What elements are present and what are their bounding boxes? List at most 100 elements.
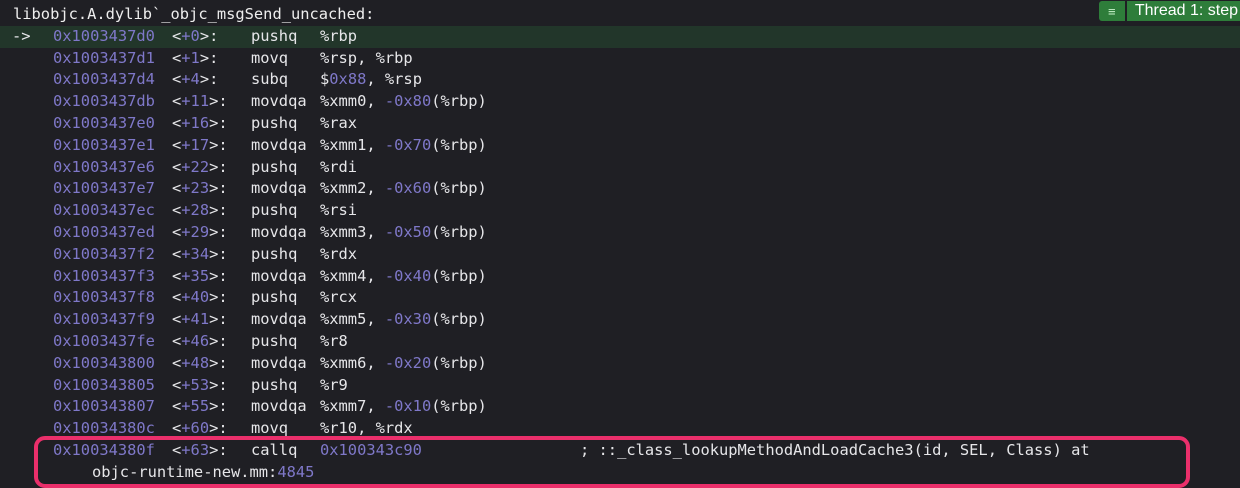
pc-arrow: -> xyxy=(12,26,31,45)
operand-number: -0x40 xyxy=(384,266,432,285)
instruction-operands: %xmm7, -0x10(%rbp) xyxy=(320,396,487,418)
offset-value: +28 xyxy=(181,201,210,220)
operand-number: 0x88 xyxy=(329,70,367,89)
offset-value: +41 xyxy=(181,310,210,329)
operand-text: %xmm6, xyxy=(320,353,385,372)
operand-number: -0x20 xyxy=(384,353,432,372)
instruction-address: 0x100343807 xyxy=(53,397,155,416)
instruction-address: 0x100343805 xyxy=(53,375,155,394)
instruction-address: 0x1003437f2 xyxy=(53,244,155,263)
instruction-address: 0x1003437f8 xyxy=(53,288,155,307)
offset-value: +22 xyxy=(181,157,210,176)
operand-text: $ xyxy=(320,70,330,89)
operand-text: %xmm7, xyxy=(320,397,385,416)
instruction-row[interactable]: 0x1003437d4 <+4>: subq $0x88, %rsp xyxy=(0,69,1240,91)
operand-text: %r9 xyxy=(320,375,348,394)
instruction-row[interactable]: 0x1003437e6 <+22>: pushq %rdi xyxy=(0,157,1240,179)
instruction-offset: <+23>: xyxy=(172,179,228,198)
thread-badge-label: Thread 1: step xyxy=(1126,1,1240,21)
offset-value: +0 xyxy=(181,26,200,45)
operand-text: %xmm2, xyxy=(320,179,385,198)
instruction-offset: <+34>: xyxy=(172,244,228,263)
operand-text: %r8 xyxy=(320,331,348,350)
instruction-operands: %xmm6, -0x20(%rbp) xyxy=(320,353,487,375)
operand-text: (%rbp) xyxy=(431,310,487,329)
list-icon: ≡ xyxy=(1098,1,1125,21)
offset-value: +34 xyxy=(181,244,210,263)
operand-text: %rbp xyxy=(320,26,358,45)
instruction-row[interactable]: 0x1003437f3 <+35>: movdqa %xmm4, -0x40(%rbp… xyxy=(0,266,1240,288)
instruction-mnemonic: movdqa xyxy=(251,179,307,198)
offset-value: +29 xyxy=(181,222,210,241)
offset-value: +40 xyxy=(181,288,210,307)
instruction-row[interactable]: 0x1003437f8 <+40>: pushq %rcx xyxy=(0,287,1240,309)
instruction-mnemonic: movq xyxy=(251,48,289,67)
instruction-address: 0x1003437d0 xyxy=(53,26,155,45)
instruction-mnemonic: pushq xyxy=(251,201,298,220)
instruction-mnemonic: pushq xyxy=(251,157,298,176)
instruction-row[interactable]: 0x100343805 <+53>: pushq %r9 xyxy=(0,375,1240,397)
instruction-mnemonic: movdqa xyxy=(251,310,307,329)
operand-text: %xmm1, xyxy=(320,135,385,154)
instruction-row[interactable]: 0x1003437e0 <+16>: pushq %rax xyxy=(0,113,1240,135)
operand-number: -0x10 xyxy=(384,397,432,416)
instruction-mnemonic: movdqa xyxy=(251,266,307,285)
operand-number: -0x60 xyxy=(384,179,432,198)
operand-text: %rsp, %rbp xyxy=(320,48,413,67)
instruction-mnemonic: movdqa xyxy=(251,222,307,241)
offset-value: +16 xyxy=(181,113,210,132)
instruction-row[interactable]: 0x1003437f2 <+34>: pushq %rdx xyxy=(0,244,1240,266)
instruction-row[interactable]: 0x1003437e1 <+17>: movdqa %xmm1, -0x70(%rbp… xyxy=(0,135,1240,157)
instruction-operands: %xmm0, -0x80(%rbp) xyxy=(320,91,487,113)
instruction-mnemonic: pushq xyxy=(251,288,298,307)
operand-number: -0x30 xyxy=(384,310,432,329)
instruction-row[interactable]: 0x1003437db <+11>: movdqa %xmm0, -0x80(%rbp… xyxy=(0,91,1240,113)
instruction-operands: %r8 xyxy=(320,331,348,353)
operand-text: %xmm3, xyxy=(320,222,385,241)
instruction-row[interactable]: 0x100343807 <+55>: movdqa %xmm7, -0x10(%rbp… xyxy=(0,396,1240,418)
instruction-mnemonic: pushq xyxy=(251,331,298,350)
instruction-row[interactable]: 0x1003437fe <+46>: pushq %r8 xyxy=(0,331,1240,353)
instruction-mnemonic: pushq xyxy=(251,113,298,132)
instruction-row[interactable]: 0x1003437d1 <+1>: movq %rsp, %rbp xyxy=(0,48,1240,70)
instruction-row[interactable]: 0x1003437e7 <+23>: movdqa %xmm2, -0x60(%rbp… xyxy=(0,178,1240,200)
instruction-row[interactable]: 0x1003437ec <+28>: pushq %rsi xyxy=(0,200,1240,222)
instruction-row[interactable]: 0x1003437f9 <+41>: movdqa %xmm5, -0x30(%rbp… xyxy=(0,309,1240,331)
instruction-address: 0x1003437e1 xyxy=(53,135,155,154)
instruction-offset: <+48>: xyxy=(172,353,228,372)
offset-value: +17 xyxy=(181,135,210,154)
instruction-row[interactable]: 0x100343800 <+48>: movdqa %xmm6, -0x20(%rbp… xyxy=(0,353,1240,375)
instruction-address: 0x1003437e7 xyxy=(53,179,155,198)
operand-text: %xmm0, xyxy=(320,92,385,111)
offset-value: +48 xyxy=(181,353,210,372)
operand-text: %rdi xyxy=(320,157,358,176)
instruction-operands: %rdi xyxy=(320,157,357,179)
instruction-row[interactable]: 0x1003437ed <+29>: movdqa %xmm3, -0x50(%rbp… xyxy=(0,222,1240,244)
instruction-offset: <+35>: xyxy=(172,266,228,285)
instruction-operands: %r9 xyxy=(320,375,348,397)
instruction-offset: <+55>: xyxy=(172,397,228,416)
offset-value: +1 xyxy=(181,48,200,67)
instruction-mnemonic: pushq xyxy=(251,375,298,394)
instruction-address: 0x100343800 xyxy=(53,353,155,372)
operand-text: %rcx xyxy=(320,288,358,307)
instruction-offset: <+4>: xyxy=(172,70,219,89)
instruction-operands: %rcx xyxy=(320,287,357,309)
offset-value: +23 xyxy=(181,179,210,198)
instruction-address: 0x1003437d4 xyxy=(53,70,155,89)
operand-text: (%rbp) xyxy=(431,266,487,285)
instruction-address: 0x1003437ec xyxy=(53,201,155,220)
instruction-offset: <+11>: xyxy=(172,92,228,111)
instruction-offset: <+1>: xyxy=(172,48,219,67)
offset-value: +11 xyxy=(181,92,210,111)
instruction-offset: <+40>: xyxy=(172,288,228,307)
instruction-address: 0x1003437fe xyxy=(53,331,155,350)
operand-number: -0x80 xyxy=(384,92,432,111)
operand-text: %xmm5, xyxy=(320,310,385,329)
offset-value: +46 xyxy=(181,331,210,350)
operand-text: (%rbp) xyxy=(431,397,487,416)
thread-badge[interactable]: ≡ Thread 1: step xyxy=(1098,1,1240,21)
instruction-offset: <+22>: xyxy=(172,157,228,176)
current-instruction-row[interactable]: -> 0x1003437d0 <+0>: pushq %rbp xyxy=(0,25,1240,48)
instruction-address: 0x1003437db xyxy=(53,92,155,111)
